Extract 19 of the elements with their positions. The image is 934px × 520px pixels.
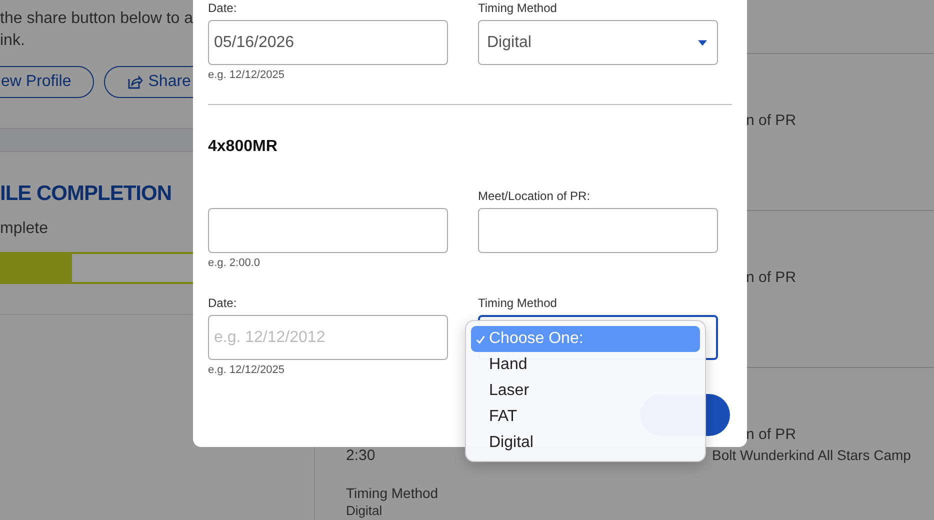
field-label: Meet/Location of PR: [478,189,590,203]
intro-text: the share button below to a [0,9,194,29]
time-text: 2:30 [346,447,376,464]
field-label: Timing Method [346,485,438,501]
field-label: Timing Method [478,1,557,15]
field-label: Date: [208,1,237,15]
meet-text: Bolt Wunderkind All Stars Camp [712,447,911,463]
field-label: n of PR [746,426,796,443]
field-label: Timing Method [478,296,557,310]
completion-status: mplete [0,220,50,238]
field-label: n of PR [746,112,796,129]
field-label: n of PR [746,269,796,286]
event-title: 4x800MR [208,138,278,156]
intro-text: ink. [0,31,25,51]
hint-text: e.g. 12/12/2025 [208,364,286,376]
timing-value: Digital [346,503,382,518]
hint-text: e.g. 2:00.0 [208,257,261,269]
section-heading: ILE COMPLETION [0,182,172,206]
field-label: Date: [208,296,237,310]
